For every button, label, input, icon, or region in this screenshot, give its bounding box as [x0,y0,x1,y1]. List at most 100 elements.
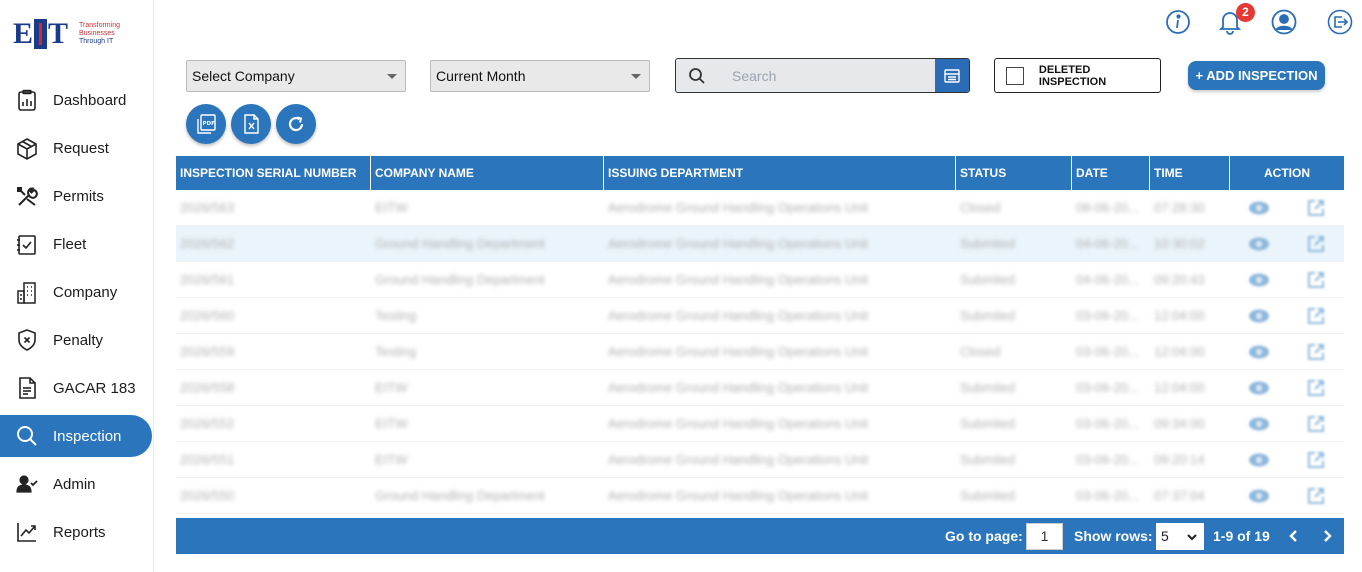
go-to-page-input[interactable]: 1 [1026,523,1063,550]
export-excel-button[interactable] [231,104,271,144]
shield-x-icon [18,329,36,352]
rows-per-page-select[interactable]: 5 [1156,523,1204,550]
column-header-company[interactable]: COMPANY NAME [371,156,604,190]
cell-date: 03-06-20... [1076,308,1139,323]
sidebar-item-inspection[interactable]: Inspection [0,415,152,458]
filter-panel-icon [944,68,960,83]
column-header-status[interactable]: STATUS [956,156,1072,190]
info-icon[interactable] [1165,9,1191,35]
svg-text:PDF: PDF [203,121,216,127]
table-row[interactable]: 2026/558 EITW Aerodrome Ground Handling Op… [176,370,1344,406]
table-row[interactable]: 2026/562 Ground Handling Department Aerodr… [176,226,1344,262]
cell-status: Submited [960,308,1015,323]
company-select[interactable]: Select Company [186,60,406,92]
sidebar-item-fleet[interactable]: Fleet [0,221,154,269]
rows-per-page-value: 5 [1161,528,1169,544]
cell-company: Testing [375,308,417,323]
advanced-filter-button[interactable] [935,59,969,92]
table-row[interactable]: 2026/552 EITW Aerodrome Ground Handling Op… [176,406,1344,442]
cell-company: Ground Handling Department [375,236,545,251]
cell-department: Aerodrome Ground Handling Operations Uni… [608,344,869,359]
app-root: E T Transforming Businesses Through IT D… [0,0,1362,572]
eye-icon[interactable] [1248,452,1270,468]
cell-time: 07:28:30 [1154,200,1205,215]
user-avatar-icon[interactable] [1271,9,1297,35]
chevron-right-icon[interactable] [1318,527,1336,545]
open-external-icon[interactable] [1306,378,1326,398]
column-header-action: ACTION [1264,166,1310,180]
eye-icon[interactable] [1248,416,1270,432]
cell-date: 03-06-20... [1076,416,1139,431]
table-row[interactable]: 2026/551 EITW Aerodrome Ground Handling Op… [176,442,1344,478]
cell-status: Closed [960,344,1001,359]
cell-department: Aerodrome Ground Handling Operations Uni… [608,452,869,467]
open-external-icon[interactable] [1306,450,1326,470]
cell-serial: 2026/560 [180,308,235,323]
sidebar-item-permits[interactable]: Permits [0,173,154,221]
eye-icon[interactable] [1248,272,1270,288]
column-header-department[interactable]: ISSUING DEPARTMENT [604,156,956,190]
cell-status: Submited [960,452,1015,467]
cell-time: 09:34:00 [1154,416,1205,431]
search-input[interactable] [732,59,932,92]
cell-serial: 2026/563 [180,200,235,215]
open-external-icon[interactable] [1306,270,1326,290]
open-external-icon[interactable] [1306,486,1326,506]
excel-file-icon [244,114,259,134]
sidebar-item-label: GACAR 183 [53,379,136,397]
sidebar-item-admin[interactable]: Admin [0,460,154,508]
column-header-serial[interactable]: INSPECTION SERIAL NUMBER [176,156,371,190]
table-row[interactable]: 2026/563 EITW Aerodrome Ground Handling Op… [176,190,1344,226]
cell-time: 09:20:14 [1154,452,1205,467]
cell-date: 03-06-20... [1076,488,1139,503]
cell-serial: 2026/558 [180,380,235,395]
sidebar-item-penalty[interactable]: Penalty [0,316,154,364]
sidebar-item-reports[interactable]: Reports [0,508,154,556]
eye-icon[interactable] [1248,236,1270,252]
eye-icon[interactable] [1248,200,1270,216]
cell-status: Closed [960,200,1001,215]
user-check-icon [16,475,38,493]
table-row[interactable]: 2026/550 Ground Handling Department Aerodr… [176,478,1344,514]
sidebar-item-label: Inspection [53,427,122,445]
sidebar-item-request[interactable]: Request [0,125,154,173]
add-inspection-button[interactable]: + ADD INSPECTION [1188,61,1325,90]
open-external-icon[interactable] [1306,234,1326,254]
open-external-icon[interactable] [1306,414,1326,434]
sidebar-item-gacar-183[interactable]: GACAR 183 [0,364,154,412]
eye-icon[interactable] [1248,380,1270,396]
cell-status: Submited [960,272,1015,287]
eye-icon[interactable] [1248,308,1270,324]
eit-logo[interactable]: E T Transforming Businesses Through IT [13,18,120,50]
deleted-inspection-checkbox[interactable] [1006,66,1024,85]
logo-mark: E T [13,18,73,50]
sidebar-item-label: Reports [53,523,106,541]
sidebar-item-dashboard[interactable]: Dashboard [0,77,154,125]
open-external-icon[interactable] [1306,198,1326,218]
cell-department: Aerodrome Ground Handling Operations Uni… [608,200,869,215]
table-row[interactable]: 2026/559 Testing Aerodrome Ground Handling… [176,334,1344,370]
table-row[interactable]: 2026/561 Ground Handling Department Aerodr… [176,262,1344,298]
column-header-date[interactable]: DATE [1072,156,1150,190]
cell-date: 03-06-20... [1076,344,1139,359]
export-pdf-button[interactable]: PDF [186,104,226,144]
refresh-button[interactable] [276,104,316,144]
cell-time: 12:04:00 [1154,380,1205,395]
sidebar-item-label: Penalty [53,331,104,349]
deleted-inspection-label: DELETED INSPECTION [1038,63,1107,88]
open-external-icon[interactable] [1306,306,1326,326]
eye-icon[interactable] [1248,344,1270,360]
logout-icon[interactable] [1327,9,1353,35]
open-external-icon[interactable] [1306,342,1326,362]
sidebar-item-company[interactable]: Company [0,269,154,317]
eye-icon[interactable] [1248,488,1270,504]
show-rows-label: Show rows: [1074,528,1153,544]
table-row[interactable]: 2026/560 Testing Aerodrome Ground Handling… [176,298,1344,334]
cell-date: 04-06-20... [1076,236,1139,251]
chevron-left-icon[interactable] [1285,527,1303,545]
column-header-time[interactable]: TIME [1150,156,1230,190]
cell-time: 07:37:04 [1154,488,1205,503]
period-select[interactable]: Current Month [430,60,650,92]
table-header: INSPECTION SERIAL NUMBER COMPANY NAME IS… [176,156,1344,190]
deleted-inspection-toggle[interactable]: DELETED INSPECTION [994,58,1161,93]
